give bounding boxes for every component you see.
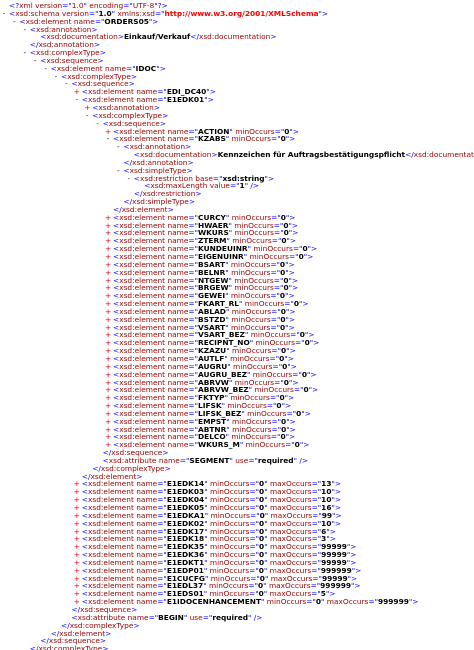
xml-tree-view: <?xml version="1.0" encoding="UTF-8"?> - <…: [0, 0, 474, 650]
collapse-toggle-icon[interactable]: -: [105, 135, 111, 143]
xml-line: </xsd:simpleType>: [0, 198, 474, 206]
xml-line: + <xsd:element name="EDI_DC40">: [0, 88, 474, 96]
collapse-toggle-icon[interactable]: -: [74, 96, 80, 104]
collapse-toggle-icon[interactable]: -: [22, 49, 28, 57]
xml-line: </xsd:complexType>: [0, 464, 474, 473]
xml-line: - <xsd:element name="KZABS" minOccurs="0"…: [0, 135, 474, 143]
collapse-toggle-icon[interactable]: -: [32, 57, 38, 65]
xml-line: </xsd:complexType>: [0, 645, 474, 650]
collapse-toggle-icon[interactable]: -: [11, 17, 17, 26]
xml-line: + <xsd:element name="WKURS_M" minOccurs="…: [0, 441, 474, 449]
collapse-toggle-icon[interactable]: -: [115, 143, 121, 151]
collapse-toggle-icon[interactable]: -: [1, 9, 7, 18]
xml-line: <xsd:documentation>Kennzeichen für Auftr…: [0, 151, 474, 159]
collapse-toggle-icon[interactable]: -: [53, 72, 59, 81]
collapse-toggle-icon[interactable]: -: [95, 119, 101, 128]
collapse-toggle-icon[interactable]: -: [43, 64, 49, 73]
xml-line: - <xsd:sequence>: [0, 80, 474, 88]
collapse-toggle-icon[interactable]: -: [63, 80, 69, 88]
xml-line: <xsd:attribute name="SEGMENT" use="requi…: [0, 457, 474, 465]
collapse-toggle-icon[interactable]: -: [126, 174, 132, 183]
xml-line: </xsd:restriction>: [0, 190, 474, 198]
xml-line: <xsd:maxLength value="1" />: [0, 182, 474, 190]
xml-line: - <xsd:complexType>: [0, 111, 474, 120]
xml-line: + <xsd:annotation>: [0, 104, 474, 112]
xml-line-content: </xsd:complexType>: [29, 644, 109, 650]
collapse-toggle-icon[interactable]: -: [115, 166, 121, 175]
collapse-toggle-icon[interactable]: -: [22, 25, 28, 34]
xml-line: </xsd:annotation>: [0, 158, 474, 167]
xml-line: - <xsd:element name="E1EDK01">: [0, 96, 474, 104]
collapse-toggle-icon[interactable]: -: [84, 111, 90, 120]
